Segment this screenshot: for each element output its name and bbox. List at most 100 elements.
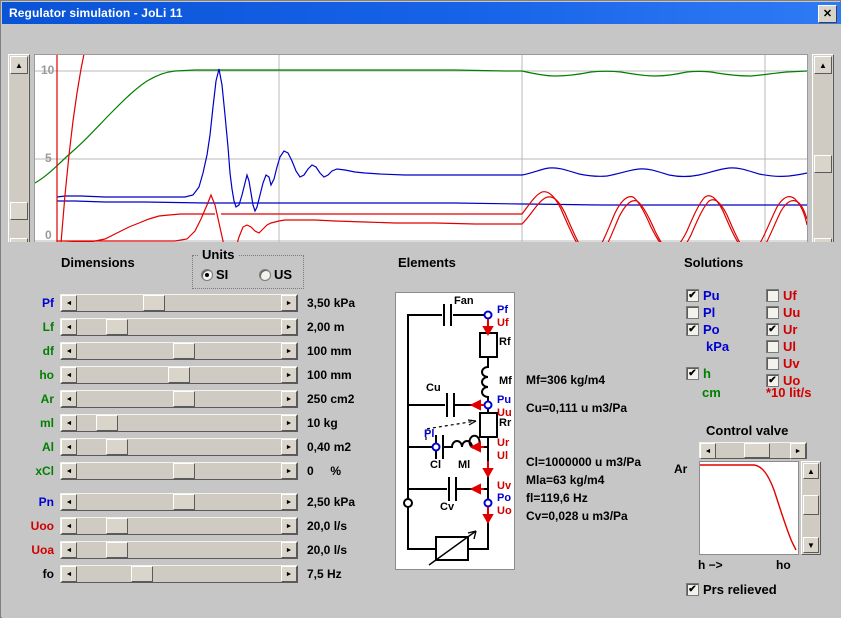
slider-right-arrow-icon[interactable]: ► (281, 295, 297, 311)
slider-thumb-ho[interactable] (168, 367, 190, 383)
param-cl: Cl=1000000 u m3/Pa (526, 455, 641, 469)
slider-left-arrow-icon[interactable]: ◄ (61, 367, 77, 383)
slider-right-arrow-icon[interactable]: ► (281, 319, 297, 335)
chart-vertical-scrollbar-left[interactable]: ▲ ▼ (8, 54, 30, 258)
slider-thumb-xcl[interactable] (173, 463, 195, 479)
solution-pl-row[interactable]: Pl (686, 305, 715, 320)
slider-right-arrow-icon[interactable]: ► (281, 391, 297, 407)
slider-left-arrow-icon[interactable]: ◄ (61, 518, 77, 534)
slider-thumb-pn[interactable] (173, 494, 195, 510)
slider-track-uoa[interactable]: ◄► (60, 541, 298, 559)
slider-left-arrow-icon[interactable]: ◄ (61, 319, 77, 335)
radio-si-icon[interactable] (201, 269, 213, 281)
slider-left-arrow-icon[interactable]: ◄ (61, 494, 77, 510)
slider-thumb-lf[interactable] (106, 319, 128, 335)
solution-h-checkbox[interactable]: ✔ (686, 367, 699, 380)
slider-row-lf: Lf◄►2,00 m (2, 318, 422, 336)
slider-track-pf[interactable]: ◄► (60, 294, 298, 312)
solution-po-checkbox[interactable]: ✔ (686, 323, 699, 336)
slider-label-ho: ho (2, 366, 54, 384)
slider-right-arrow-icon[interactable]: ► (281, 439, 297, 455)
slider-right-arrow-icon[interactable]: ► (281, 542, 297, 558)
slider-thumb-df[interactable] (173, 343, 195, 359)
slider-left-arrow-icon[interactable]: ◄ (61, 439, 77, 455)
scroll-up-icon[interactable]: ▲ (803, 463, 819, 479)
slider-thumb-pf[interactable] (143, 295, 165, 311)
solution-ur-checkbox[interactable]: ✔ (766, 323, 779, 336)
circuit-svg (396, 293, 514, 569)
slider-thumb-uoo[interactable] (106, 518, 128, 534)
scrollbar-thumb[interactable] (10, 202, 28, 220)
slider-right-arrow-icon[interactable]: ► (281, 367, 297, 383)
solution-uu-row[interactable]: Uu (766, 305, 800, 320)
solution-po-row[interactable]: ✔Po (686, 322, 720, 337)
radio-us[interactable]: US (259, 267, 292, 282)
chart-region: ▲ ▼ ▲ ▼ (2, 24, 841, 242)
slider-left-arrow-icon[interactable]: ◄ (61, 415, 77, 431)
slider-track-ml[interactable]: ◄► (60, 414, 298, 432)
slider-right-arrow-icon[interactable]: ► (281, 518, 297, 534)
slider-left-arrow-icon[interactable]: ◄ (61, 343, 77, 359)
solution-uf-checkbox[interactable] (766, 289, 779, 302)
slider-track-uoo[interactable]: ◄► (60, 517, 298, 535)
scroll-up-icon[interactable]: ▲ (814, 56, 832, 74)
slider-left-arrow-icon[interactable]: ◄ (61, 463, 77, 479)
scroll-right-icon[interactable]: ► (790, 443, 806, 459)
elements-diagram: Fan Pf Uf Rf Mf Cu Pu Uu Rr Pl Ur Ul Cl … (395, 292, 515, 570)
control-valve-curve-svg (700, 462, 798, 554)
control-valve-hscrollbar[interactable]: ◄ ► (699, 442, 807, 459)
control-valve-vscrollbar[interactable]: ▲ ▼ (801, 461, 821, 555)
scroll-left-icon[interactable]: ◄ (700, 443, 716, 459)
slider-label-uoa: Uoa (2, 541, 54, 559)
solution-h-row[interactable]: ✔h (686, 366, 711, 381)
solution-uv-checkbox[interactable] (766, 357, 779, 370)
param-mf: Mf=306 kg/m4 (526, 373, 605, 387)
slider-left-arrow-icon[interactable]: ◄ (61, 542, 77, 558)
slider-right-arrow-icon[interactable]: ► (281, 566, 297, 582)
chart-vertical-scrollbar-right[interactable]: ▲ ▼ (812, 54, 834, 258)
scrollbar-thumb[interactable] (744, 443, 770, 458)
slider-left-arrow-icon[interactable]: ◄ (61, 295, 77, 311)
slider-track-fo[interactable]: ◄► (60, 565, 298, 583)
slider-track-df[interactable]: ◄► (60, 342, 298, 360)
scrollbar-thumb[interactable] (814, 155, 832, 173)
slider-track-ho[interactable]: ◄► (60, 366, 298, 384)
radio-us-icon[interactable] (259, 269, 271, 281)
close-icon[interactable]: ✕ (818, 5, 837, 23)
slider-right-arrow-icon[interactable]: ► (281, 415, 297, 431)
slider-track-pn[interactable]: ◄► (60, 493, 298, 511)
slider-right-arrow-icon[interactable]: ► (281, 494, 297, 510)
slider-left-arrow-icon[interactable]: ◄ (61, 566, 77, 582)
solution-uu-checkbox[interactable] (766, 306, 779, 319)
solution-ul-checkbox[interactable] (766, 340, 779, 353)
diagram-label-po: Po (497, 492, 511, 504)
solution-pu-row[interactable]: ✔Pu (686, 288, 720, 303)
slider-left-arrow-icon[interactable]: ◄ (61, 391, 77, 407)
scroll-up-icon[interactable]: ▲ (10, 56, 28, 74)
slider-thumb-uoa[interactable] (106, 542, 128, 558)
slider-thumb-ml[interactable] (96, 415, 118, 431)
slider-thumb-fo[interactable] (131, 566, 153, 582)
slider-track-al[interactable]: ◄► (60, 438, 298, 456)
radio-si[interactable]: SI (201, 267, 228, 282)
slider-track-lf[interactable]: ◄► (60, 318, 298, 336)
solution-ul-row[interactable]: Ul (766, 339, 796, 354)
slider-row-al: Al◄►0,40 m2 (2, 438, 422, 456)
prs-relieved-checkbox[interactable]: ✔ (686, 583, 699, 596)
slider-track-ar[interactable]: ◄► (60, 390, 298, 408)
scroll-down-icon[interactable]: ▼ (803, 537, 819, 553)
slider-track-xcl[interactable]: ◄► (60, 462, 298, 480)
slider-value-ho: 100 mm (307, 366, 352, 384)
solution-pu-checkbox[interactable]: ✔ (686, 289, 699, 302)
prs-relieved-checkbox-row[interactable]: ✔ Prs relieved (686, 582, 777, 597)
slider-thumb-al[interactable] (106, 439, 128, 455)
solution-pl-checkbox[interactable] (686, 306, 699, 319)
solution-uv-row[interactable]: Uv (766, 356, 800, 371)
slider-thumb-ar[interactable] (173, 391, 195, 407)
slider-right-arrow-icon[interactable]: ► (281, 343, 297, 359)
scrollbar-thumb[interactable] (803, 495, 819, 515)
plot-svg (35, 55, 807, 243)
solution-ur-row[interactable]: ✔Ur (766, 322, 797, 337)
solution-uf-row[interactable]: Uf (766, 288, 797, 303)
slider-right-arrow-icon[interactable]: ► (281, 463, 297, 479)
